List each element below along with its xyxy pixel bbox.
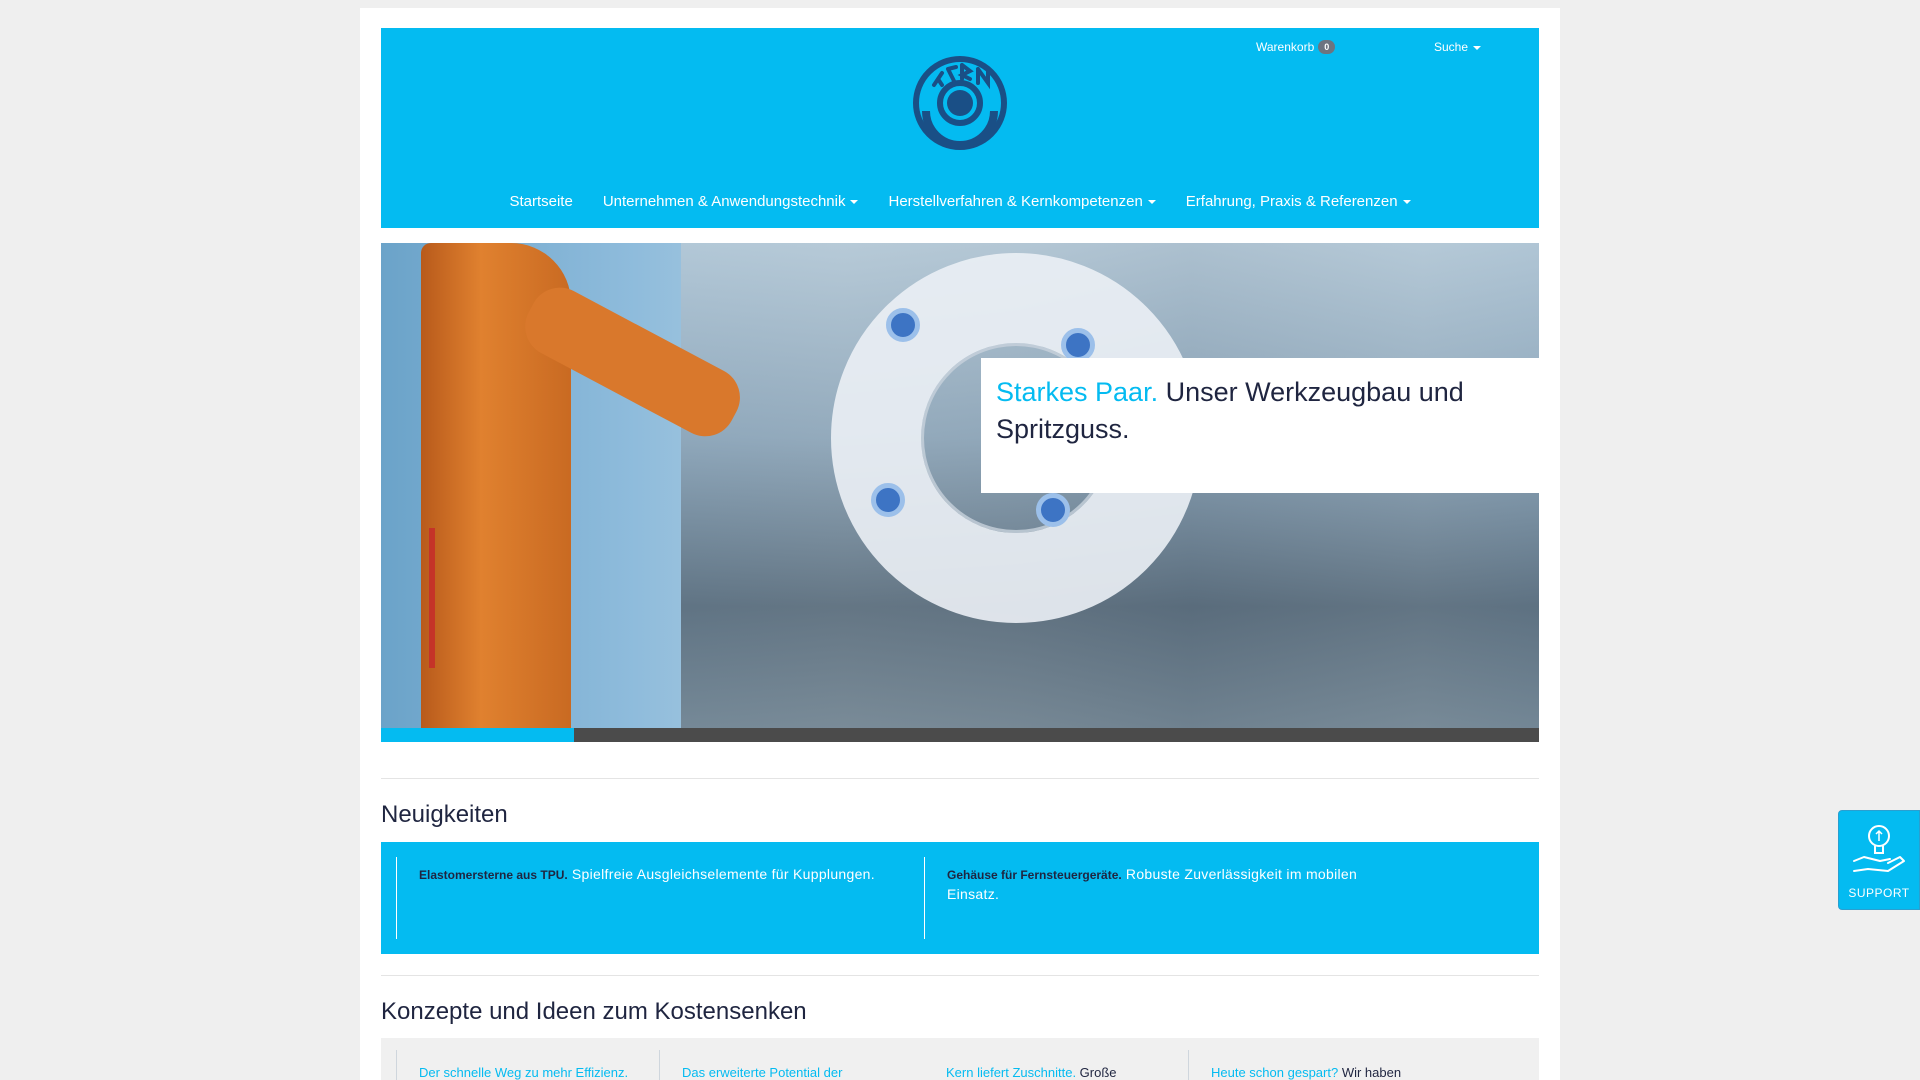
chevron-down-icon xyxy=(1402,200,1411,205)
nav-item-label: Startseite xyxy=(509,193,573,210)
hero-image-stud xyxy=(886,308,920,342)
slider-progress-bar[interactable] xyxy=(381,728,1539,742)
search-label: Suche xyxy=(1434,40,1469,54)
divider xyxy=(381,778,1539,779)
hero-caption: Starkes Paar. Unser Werkzeugbau und Spri… xyxy=(981,358,1539,493)
hero-image-stud xyxy=(1036,493,1070,527)
hero-slider[interactable]: Starkes Paar. Unser Werkzeugbau und Spri… xyxy=(381,243,1539,728)
news-item[interactable]: Gehäuse für Fernsteuergeräte. Robuste Zu… xyxy=(924,857,1394,939)
support-label: SUPPORT xyxy=(1848,886,1910,900)
concept-item-link[interactable]: Kern liefert Zuschnitte. xyxy=(946,1065,1076,1080)
news-section-title: Neuigkeiten xyxy=(381,801,508,828)
site-header: Warenkorb 0 Suche Startseite Unternehmen… xyxy=(381,28,1539,228)
nav-item-herstellverfahren[interactable]: Herstellverfahren & Kernkompetenzen xyxy=(888,193,1156,210)
slider-progress-fill xyxy=(381,728,575,742)
cart-count-badge: 0 xyxy=(1318,40,1336,54)
nav-item-unternehmen[interactable]: Unternehmen & Anwendungstechnik xyxy=(603,193,859,210)
nav-item-label: Erfahrung, Praxis & Referenzen xyxy=(1185,193,1398,210)
chevron-down-icon xyxy=(1147,200,1156,205)
concept-item[interactable]: Das erweiterte Potential der xyxy=(659,1050,842,1080)
hero-image-stud xyxy=(871,483,905,517)
main-navigation: Startseite Unternehmen & Anwendungstechn… xyxy=(381,193,1539,210)
concept-item[interactable]: Heute schon gespart? Wir haben xyxy=(1188,1050,1401,1080)
concept-item-text: Große xyxy=(1076,1065,1117,1080)
concepts-panel: Der schnelle Weg zu mehr Effizienz. Das … xyxy=(381,1038,1539,1080)
news-item-title: Gehäuse für Fernsteuergeräte. xyxy=(947,868,1122,882)
kern-logo[interactable] xyxy=(912,55,1008,151)
nav-item-erfahrung[interactable]: Erfahrung, Praxis & Referenzen xyxy=(1186,193,1411,210)
nav-item-label: Unternehmen & Anwendungstechnik xyxy=(602,193,846,210)
hero-image-stud xyxy=(1061,328,1095,362)
concept-item[interactable]: Der schnelle Weg zu mehr Effizienz. xyxy=(396,1050,628,1080)
news-item[interactable]: Elastomersterne aus TPU. Spielfreie Ausg… xyxy=(396,857,921,939)
concept-item[interactable]: Kern liefert Zuschnitte. Große xyxy=(924,1050,1117,1080)
news-item-title: Elastomersterne aus TPU. xyxy=(419,868,568,882)
news-panel: Elastomersterne aus TPU. Spielfreie Ausg… xyxy=(381,842,1539,954)
news-item-text: Spielfreie Ausgleichselemente für Kupplu… xyxy=(567,866,875,882)
search-dropdown[interactable]: Suche xyxy=(1434,40,1482,54)
cart-link[interactable]: Warenkorb 0 xyxy=(1256,40,1336,54)
hero-image-robot-branding xyxy=(429,528,447,668)
chevron-down-icon xyxy=(850,200,859,205)
concept-item-link[interactable]: Heute schon gespart? xyxy=(1211,1065,1338,1080)
nav-item-startseite[interactable]: Startseite xyxy=(509,193,572,210)
hero-caption-accent: Starkes Paar. xyxy=(996,377,1159,407)
nav-item-label: Herstellverfahren & Kernkompetenzen xyxy=(888,193,1143,210)
concept-item-link[interactable]: Der schnelle Weg zu mehr Effizienz. xyxy=(419,1065,628,1080)
concept-item-text: Wir haben xyxy=(1338,1065,1402,1080)
concept-item-link[interactable]: Das erweiterte Potential der xyxy=(682,1065,842,1080)
lightbulb-hand-icon xyxy=(1853,825,1905,872)
concepts-section-title: Konzepte und Ideen zum Kostensenken xyxy=(381,998,807,1025)
divider xyxy=(381,975,1539,976)
support-button[interactable]: SUPPORT xyxy=(1838,810,1920,910)
chevron-down-icon xyxy=(1473,45,1482,50)
cart-label: Warenkorb xyxy=(1256,40,1315,54)
page-container: Warenkorb 0 Suche Startseite Unternehmen… xyxy=(360,8,1560,1080)
